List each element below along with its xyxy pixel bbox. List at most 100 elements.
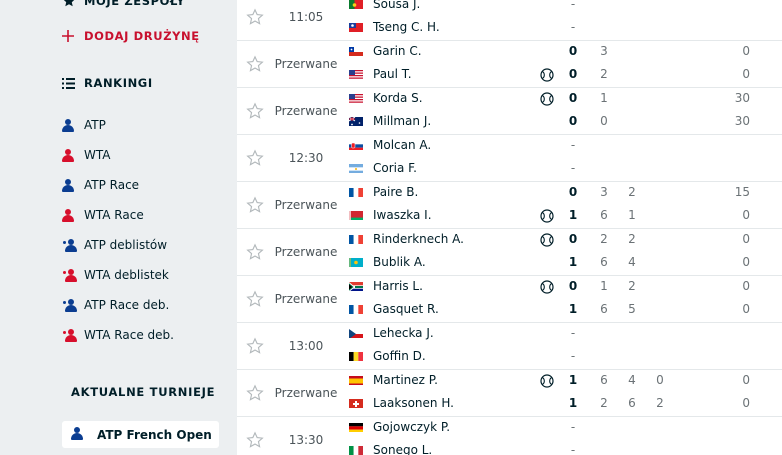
set-score: 6 <box>600 373 608 387</box>
player-row[interactable]: Bublik A. 1 6 4 0 <box>237 253 782 273</box>
flag-fr-icon <box>349 304 363 314</box>
player-name: Paul T. <box>373 67 412 81</box>
player-row[interactable]: Tseng C. H. - <box>237 18 782 38</box>
match-row[interactable]: Przerwane Garin C. 0 3 0 Paul T. 0 2 0 <box>237 41 782 88</box>
set-score: 6 <box>600 208 608 222</box>
game-points: 0 <box>742 302 750 316</box>
player-row[interactable]: Korda S. 0 1 30 <box>237 89 782 109</box>
flag-pt-icon <box>349 0 363 9</box>
flag-it-icon <box>349 445 363 455</box>
player-name: Rinderknech A. <box>373 232 464 246</box>
match-row[interactable]: 12:30 Molcan A. - Coria F. - <box>237 135 782 182</box>
set-score: 1 <box>628 208 636 222</box>
set-score: 2 <box>628 185 636 199</box>
serve-ball-icon <box>540 374 554 388</box>
active-tournament-item[interactable]: ATP French Open <box>62 421 219 448</box>
flag-sk-icon <box>349 140 363 150</box>
player-name: Garin C. <box>373 44 422 58</box>
ranking-item-wta[interactable]: WTA <box>62 145 110 165</box>
set-score: 6 <box>628 396 636 410</box>
ranking-item-wta-deblistek[interactable]: WTA deblistek <box>62 265 169 285</box>
serve-ball-icon <box>540 233 554 247</box>
player-row[interactable]: Rinderknech A. 0 2 2 0 <box>237 230 782 250</box>
match-score: 0 <box>568 279 578 293</box>
add-team-button[interactable]: DODAJ DRUŻYNĘ <box>62 26 200 46</box>
flag-cl-icon <box>349 46 363 56</box>
flag-by-icon <box>349 210 363 220</box>
player-row[interactable]: Sousa J. - <box>237 0 782 15</box>
player-row[interactable]: Sonego L. - <box>237 441 782 455</box>
player-name: Gasquet R. <box>373 302 439 316</box>
player-name: Molcan A. <box>373 138 432 152</box>
ranking-item-label: ATP Race <box>84 178 140 192</box>
game-points: 30 <box>734 91 750 105</box>
match-score: 1 <box>568 373 578 387</box>
player-name: Tseng C. H. <box>373 20 440 34</box>
player-row[interactable]: Paire B. 0 3 2 15 <box>237 183 782 203</box>
flag-de-icon <box>349 422 363 432</box>
set-score: 3 <box>600 185 608 199</box>
match-row[interactable]: 13:00 Lehecka J. - Goffin D. - <box>237 323 782 370</box>
serve-ball-icon <box>540 209 554 223</box>
my-teams-header[interactable]: MOJE ZESPOŁY <box>62 0 185 11</box>
ranking-item-atp-race-deb[interactable]: ATP Race deb. <box>62 295 169 315</box>
match-score: 1 <box>568 255 578 269</box>
wta-doubles-icon <box>62 268 84 282</box>
flag-us-icon <box>349 69 363 79</box>
player-row[interactable]: Goffin D. - <box>237 347 782 367</box>
player-name: Gojowczyk P. <box>373 420 451 434</box>
set-score: 2 <box>628 232 636 246</box>
serve-ball-icon <box>540 68 554 82</box>
match-score: 0 <box>568 91 578 105</box>
player-row[interactable]: Millman J. 0 0 30 <box>237 112 782 132</box>
ranking-item-atp-deblistow[interactable]: ATP deblistów <box>62 235 167 255</box>
match-row[interactable]: Przerwane Paire B. 0 3 2 15 Iwaszka I. 1 6 1 0 <box>237 182 782 229</box>
set-score: 6 <box>600 302 608 316</box>
player-row[interactable]: Harris L. 0 1 2 0 <box>237 277 782 297</box>
ranking-item-wta-race[interactable]: WTA Race <box>62 205 144 225</box>
player-name: Sousa J. <box>373 0 421 11</box>
my-teams-label: MOJE ZESPOŁY <box>84 0 186 8</box>
player-row[interactable]: Gojowczyk P. - <box>237 418 782 438</box>
sidebar: MOJE ZESPOŁY DODAJ DRUŻYNĘ RANKINGI ATP W… <box>0 0 228 455</box>
player-row[interactable]: Coria F. - <box>237 159 782 179</box>
flag-fr-icon <box>349 234 363 244</box>
player-row[interactable]: Garin C. 0 3 0 <box>237 42 782 62</box>
set-score: 2 <box>600 67 608 81</box>
atp-doubles-icon <box>62 238 84 252</box>
match-row[interactable]: Przerwane Korda S. 0 1 30 Millman J. 0 0 30 <box>237 88 782 135</box>
match-score: - <box>570 349 576 363</box>
ranking-item-atp[interactable]: ATP <box>62 115 106 135</box>
ranking-item-wta-race-deb[interactable]: WTA Race deb. <box>62 325 174 345</box>
game-points: 0 <box>742 255 750 269</box>
match-row[interactable]: Przerwane Rinderknech A. 0 2 2 0 Bublik A. 1 6 4 0 <box>237 229 782 276</box>
match-row[interactable]: Przerwane Harris L. 0 1 2 0 Gasquet R. 1 6 5 0 <box>237 276 782 323</box>
ranking-item-label: WTA Race <box>84 208 144 222</box>
match-row[interactable]: 11:05 Sousa J. - Tseng C. H. - <box>237 0 782 41</box>
ranking-item-atp-race[interactable]: ATP Race <box>62 175 139 195</box>
ranking-item-label: WTA deblistek <box>84 268 169 282</box>
star-filled-icon <box>62 0 84 8</box>
serve-ball-icon <box>540 280 554 294</box>
match-score: - <box>570 0 576 11</box>
player-name: Sonego L. <box>373 443 433 455</box>
flag-kz-icon <box>349 257 363 267</box>
wta-doubles-icon <box>62 328 84 342</box>
player-row[interactable]: Iwaszka I. 1 6 1 0 <box>237 206 782 226</box>
match-row[interactable]: Przerwane Martinez P. 1 6 4 0 0 Laaksonen H. 1 2 6… <box>237 370 782 417</box>
player-name: Iwaszka I. <box>373 208 432 222</box>
player-row[interactable]: Paul T. 0 2 0 <box>237 65 782 85</box>
player-name: Korda S. <box>373 91 423 105</box>
game-points: 0 <box>742 208 750 222</box>
flag-ch-icon <box>349 398 363 408</box>
flag-us-icon <box>349 93 363 103</box>
match-list: 11:05 Sousa J. - Tseng C. H. - Przerwane Garin… <box>237 0 782 455</box>
player-row[interactable]: Lehecka J. - <box>237 324 782 344</box>
player-row[interactable]: Martinez P. 1 6 4 0 0 <box>237 371 782 391</box>
player-row[interactable]: Laaksonen H. 1 2 6 2 0 <box>237 394 782 414</box>
player-row[interactable]: Molcan A. - <box>237 136 782 156</box>
match-row[interactable]: 13:30 Gojowczyk P. - Sonego L. - <box>237 417 782 455</box>
ranking-item-label: WTA Race deb. <box>84 328 174 342</box>
player-row[interactable]: Gasquet R. 1 6 5 0 <box>237 300 782 320</box>
atp-player-icon <box>71 426 97 443</box>
